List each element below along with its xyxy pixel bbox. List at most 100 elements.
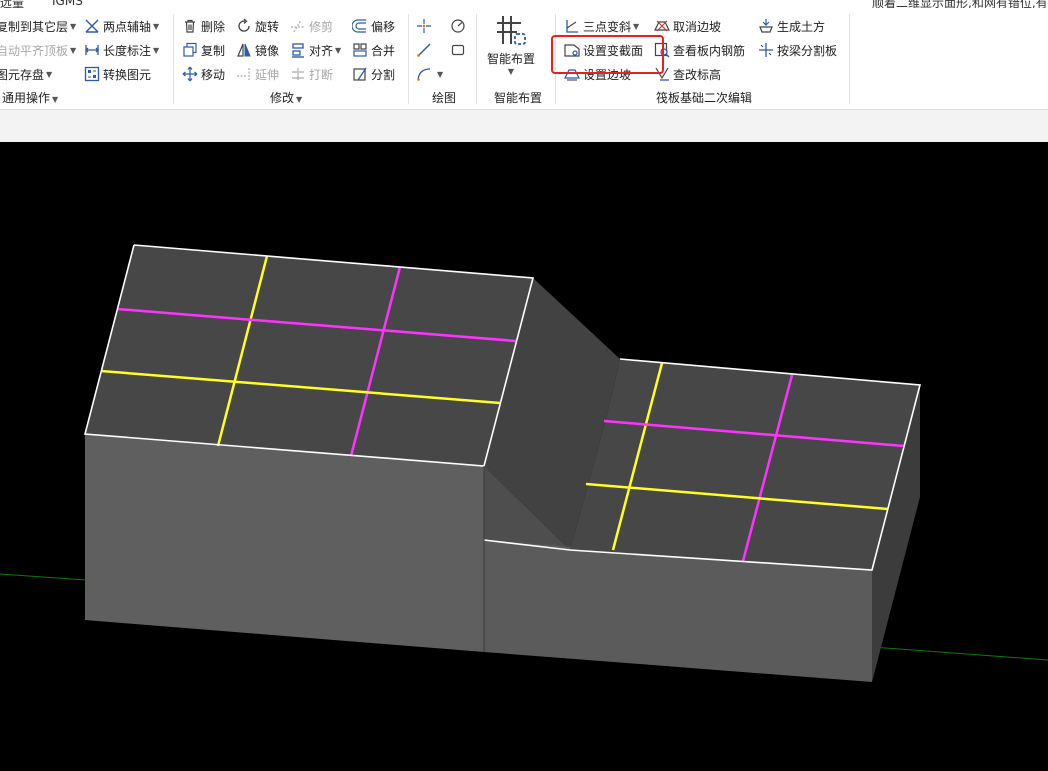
element-save-button[interactable]: 图元存盘 ▼ <box>0 64 52 84</box>
modify-group-text: 修改 <box>270 91 295 105</box>
dropdown-arrow-icon: ▼ <box>335 45 342 55</box>
three-point-slope-icon <box>564 18 580 34</box>
dropdown-arrow-icon: ▼ <box>70 21 77 31</box>
dropdown-arrow-icon: ▼ <box>46 69 53 79</box>
view-rebar-label: 查看板内钢筋 <box>673 43 746 58</box>
edit-elevation-icon <box>654 66 670 82</box>
convert-element-button[interactable]: 转换图元 <box>84 64 151 84</box>
general-ops-group-text: 通用操作 <box>2 91 51 105</box>
mirror-label: 镜像 <box>255 43 280 58</box>
mirror-button[interactable]: 镜像 <box>236 40 279 60</box>
raft-edit-group-text: 筏板基础二次编辑 <box>656 91 753 105</box>
line-icon <box>416 42 432 58</box>
arc-icon <box>416 66 432 82</box>
merge-icon <box>352 42 368 58</box>
cancel-slope-edge-button[interactable]: 取消边坡 <box>654 16 721 36</box>
copy-button[interactable]: 复制 <box>182 40 225 60</box>
move-icon <box>182 66 198 82</box>
circle-radius-icon <box>450 18 466 34</box>
extend-label: 延伸 <box>255 67 280 82</box>
ribbon-toolbar: 复制到其它层 ▼ 自动平齐顶板 ▼ 图元存盘 ▼ 两点辅轴 ▼ 长度标注 ▼ 转换图元 通… <box>0 8 1048 110</box>
rotate-button[interactable]: 旋转 <box>236 16 279 36</box>
draw-line-button[interactable] <box>416 40 435 60</box>
convert-element-label: 转换图元 <box>103 67 152 82</box>
edit-elevation-label: 查改标高 <box>673 67 722 82</box>
extend-icon <box>236 66 252 82</box>
raft-edit-group-label: 筏板基础二次编辑 <box>656 89 752 106</box>
move-button[interactable]: 移动 <box>182 64 225 84</box>
three-point-slope-button[interactable]: 三点变斜 ▼ <box>564 16 639 36</box>
copy-to-layer-button[interactable]: 复制到其它层 ▼ <box>0 16 76 36</box>
draw-group-label: 绘图 <box>432 89 456 106</box>
draw-group-text: 绘图 <box>432 91 457 105</box>
offset-label: 偏移 <box>371 19 396 34</box>
rectangle-icon <box>450 42 466 58</box>
dropdown-arrow-icon: ▼ <box>153 21 160 31</box>
group-separator <box>476 14 477 104</box>
length-mark-label: 长度标注 <box>103 43 152 58</box>
smart-layout-button[interactable]: 智能布置 ▼ <box>484 14 538 86</box>
length-mark-button[interactable]: 长度标注 ▼ <box>84 40 159 60</box>
three-point-slope-label: 三点变斜 <box>583 19 632 34</box>
secondary-toolbar <box>0 110 1048 143</box>
dropdown-arrow-icon: ▼ <box>507 67 515 76</box>
slope-edge-icon <box>564 66 580 82</box>
element-save-label: 图元存盘 <box>0 67 45 82</box>
dropdown-arrow-icon: ▼ <box>296 95 303 104</box>
two-point-axis-button[interactable]: 两点辅轴 ▼ <box>84 16 159 36</box>
dropdown-arrow-icon: ▼ <box>437 69 444 79</box>
trim-icon <box>290 18 306 34</box>
left-block-front-face <box>85 434 484 652</box>
draw-arc-button[interactable]: ▼ <box>416 64 443 84</box>
auto-flat-top-label: 自动平齐顶板 <box>0 43 69 58</box>
break-icon <box>290 66 306 82</box>
draw-point-button[interactable] <box>416 16 435 36</box>
generate-earthwork-button[interactable]: 生成土方 <box>758 16 825 36</box>
copy-label: 复制 <box>201 43 226 58</box>
delete-button[interactable]: 删除 <box>182 16 225 36</box>
auto-flat-top-button[interactable]: 自动平齐顶板 ▼ <box>0 40 76 60</box>
group-separator <box>849 14 850 104</box>
smart-layout-grid-icon <box>497 16 526 45</box>
offset-button[interactable]: 偏移 <box>352 16 395 36</box>
group-separator <box>555 14 556 104</box>
rotate-label: 旋转 <box>255 19 280 34</box>
convert-element-icon <box>84 66 100 82</box>
3d-viewport[interactable] <box>0 142 1048 771</box>
length-mark-icon <box>84 42 100 58</box>
window-title-bar: 远量 IGMS 顺着二维显示面形,和网有错位,有 <box>0 0 1048 8</box>
merge-button[interactable]: 合并 <box>352 40 395 60</box>
align-button[interactable]: 对齐 ▼ <box>290 40 341 60</box>
dropdown-arrow-icon: ▼ <box>153 45 160 55</box>
set-slope-edge-label: 设置边坡 <box>583 67 632 82</box>
cancel-slope-edge-label: 取消边坡 <box>673 19 722 34</box>
mirror-icon <box>236 42 252 58</box>
split-button[interactable]: 分割 <box>352 64 395 84</box>
two-point-axis-label: 两点辅轴 <box>103 19 152 34</box>
two-point-axis-icon <box>84 18 100 34</box>
modify-group-label[interactable]: 修改 ▼ <box>270 89 302 106</box>
break-button[interactable]: 打断 <box>290 64 333 84</box>
set-variable-section-button[interactable]: 设置变截面 <box>564 40 643 60</box>
general-ops-group-label[interactable]: 通用操作 ▼ <box>2 89 58 106</box>
edit-elevation-button[interactable]: 查改标高 <box>654 64 721 84</box>
trim-label: 修剪 <box>309 19 334 34</box>
set-variable-section-label: 设置变截面 <box>583 43 644 58</box>
align-label: 对齐 <box>309 43 334 58</box>
trim-button[interactable]: 修剪 <box>290 16 333 36</box>
smart-group-text: 智能布置 <box>494 91 543 105</box>
view-rebar-button[interactable]: 查看板内钢筋 <box>654 40 745 60</box>
draw-rect-button[interactable] <box>450 40 469 60</box>
break-label: 打断 <box>309 67 334 82</box>
cancel-slope-icon <box>654 18 670 34</box>
title-fragment-left: 远量 <box>0 0 25 8</box>
align-icon <box>290 42 306 58</box>
smart-group-label: 智能布置 <box>494 89 542 106</box>
copy-to-layer-label: 复制到其它层 <box>0 19 69 34</box>
title-fragment-left-2: IGMS <box>52 0 83 8</box>
smart-layout-label: 智能布置 <box>486 52 535 66</box>
extend-button[interactable]: 延伸 <box>236 64 279 84</box>
set-slope-edge-button[interactable]: 设置边坡 <box>564 64 631 84</box>
draw-circle-button[interactable] <box>450 16 469 36</box>
split-by-beam-button[interactable]: 按梁分割板 <box>758 40 837 60</box>
